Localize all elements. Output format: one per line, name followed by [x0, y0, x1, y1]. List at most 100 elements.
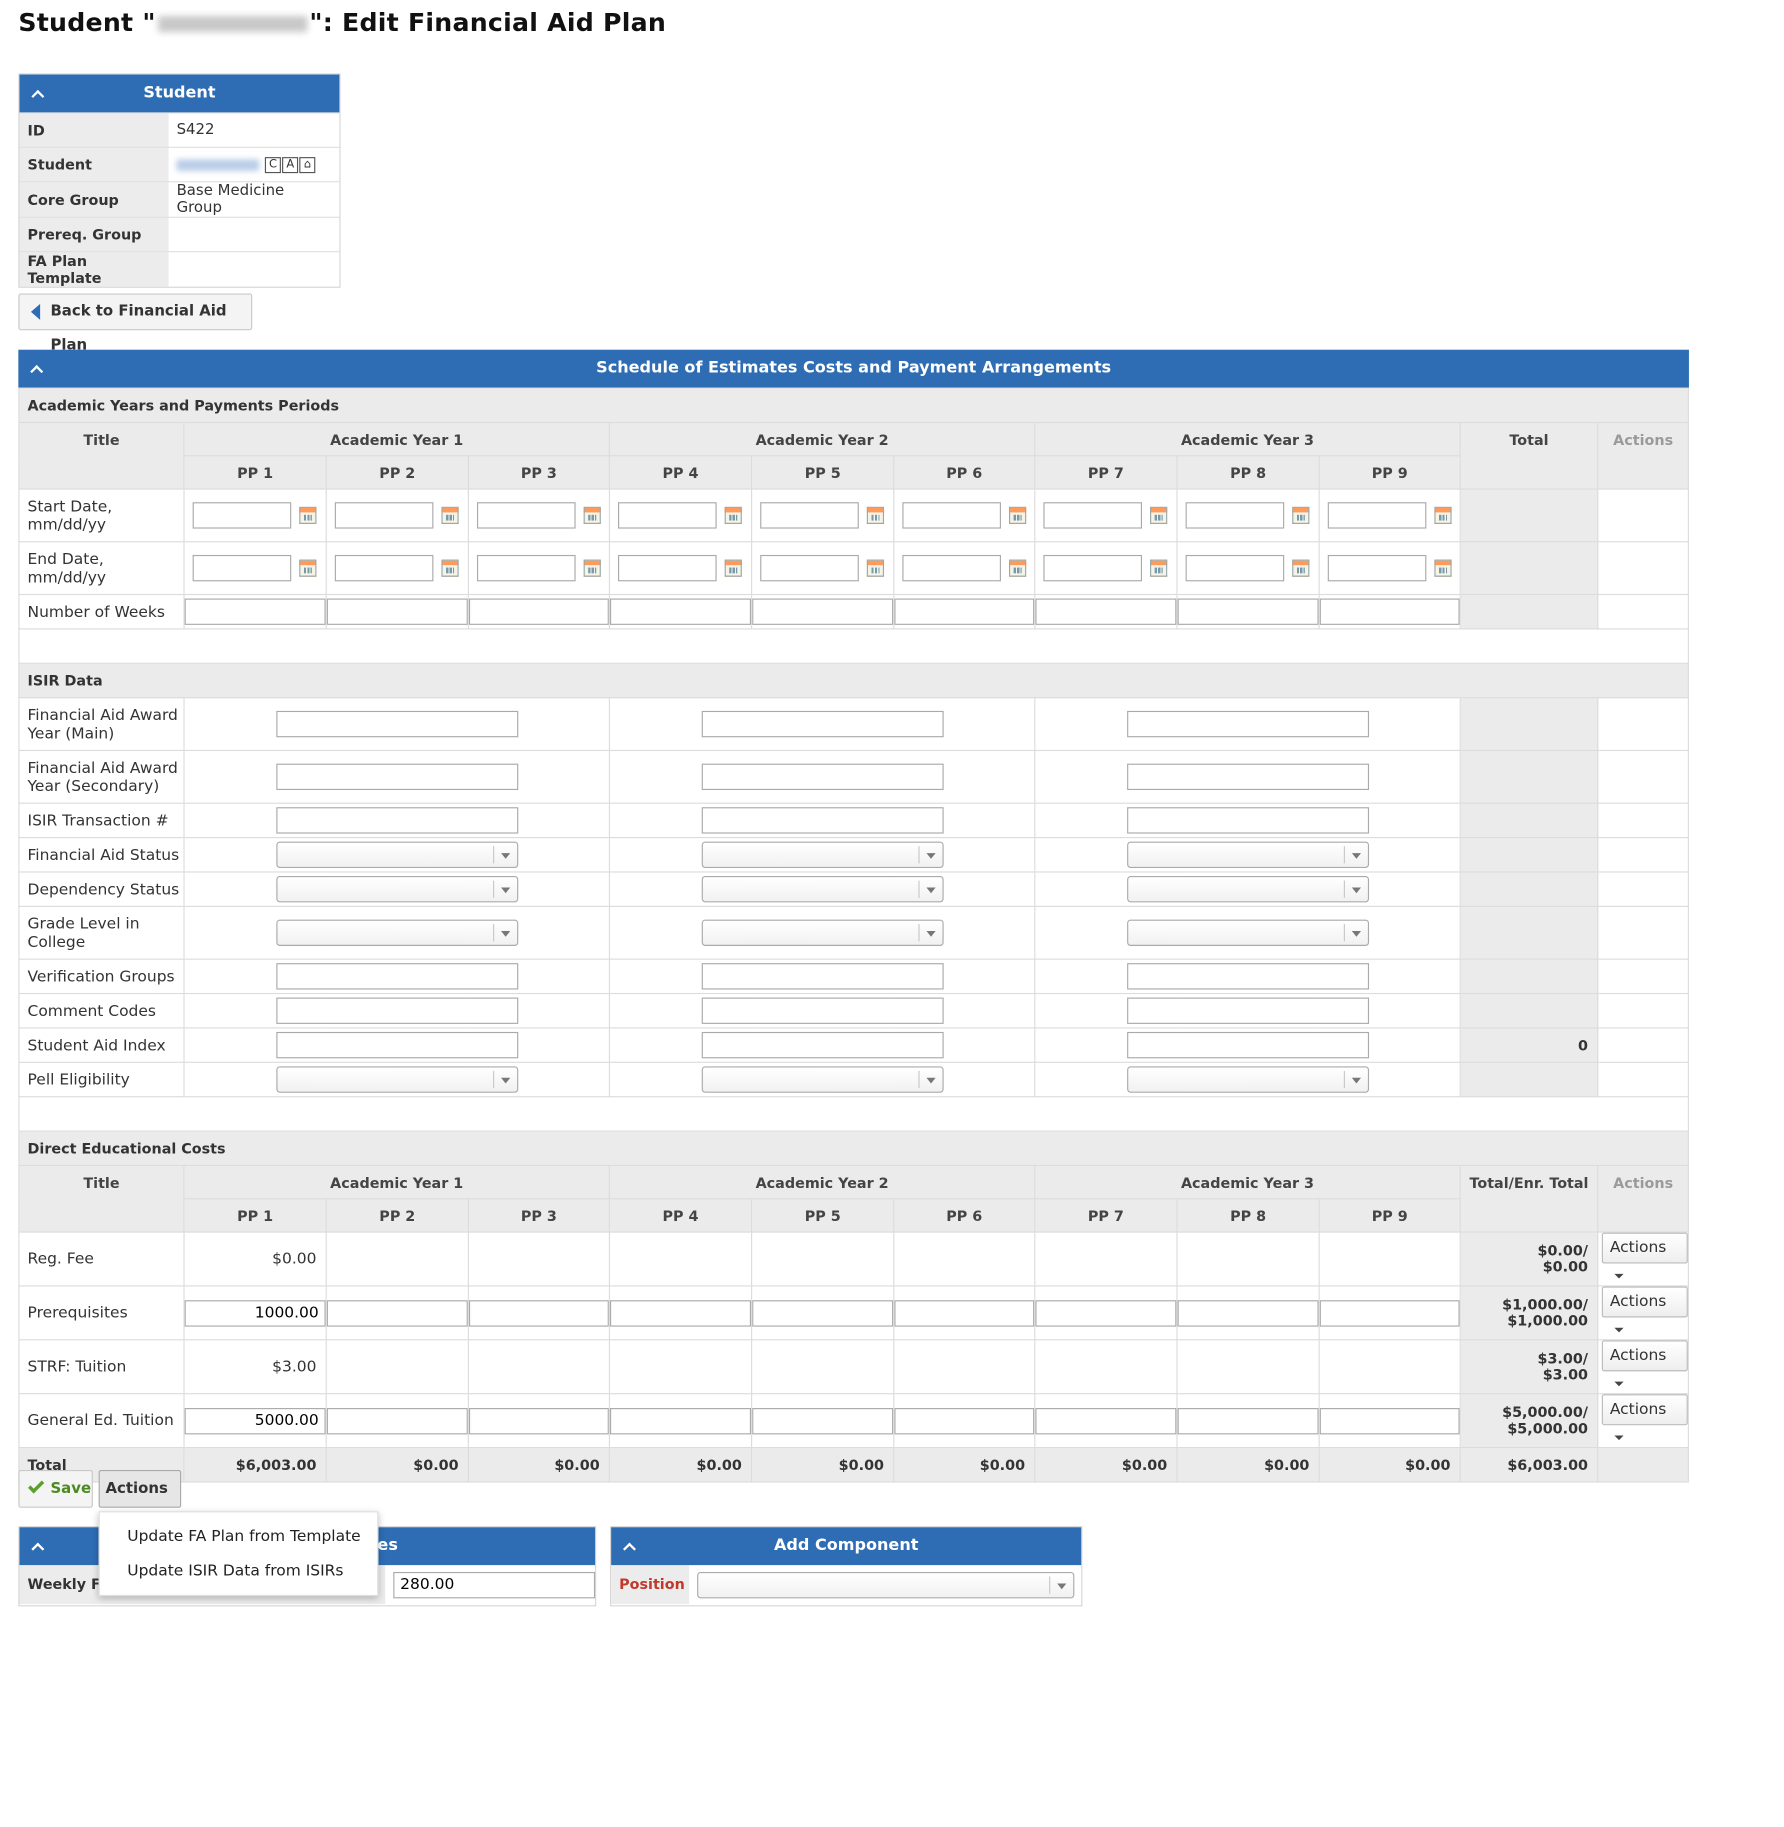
isir-4-year3-select[interactable]: [1126, 876, 1369, 903]
calendar-icon[interactable]: [1434, 559, 1452, 577]
isir-6-year1-input[interactable]: [275, 963, 518, 990]
isir-1-year1-input[interactable]: [275, 763, 518, 791]
cost-1-pp5-input[interactable]: [752, 1299, 894, 1327]
isir-9-year1-select[interactable]: [275, 1066, 518, 1093]
calendar-icon[interactable]: [724, 559, 742, 577]
calendar-icon[interactable]: [1292, 506, 1310, 524]
isir-8-year1-input[interactable]: [275, 1031, 518, 1059]
cost-3-pp9-input[interactable]: [1319, 1407, 1460, 1434]
calendar-icon[interactable]: [724, 506, 742, 524]
cost-1-actions-button[interactable]: Actions: [1601, 1286, 1688, 1333]
menu-item-update-fa-plan[interactable]: Update FA Plan from Template: [100, 1519, 377, 1553]
isir-5-year2-select[interactable]: [701, 919, 944, 946]
student-panel-header[interactable]: Student: [19, 74, 340, 113]
weekly-fee-input[interactable]: [393, 1571, 596, 1598]
start-date-pp2-input[interactable]: [334, 502, 434, 529]
isir-9-year2-select[interactable]: [701, 1066, 944, 1093]
cost-1-pp6-input[interactable]: [894, 1299, 1035, 1327]
redacted-student-link[interactable]: [176, 158, 260, 171]
cost-3-pp3-input[interactable]: [468, 1407, 609, 1434]
end-date-pp1-input[interactable]: [192, 554, 292, 582]
isir-3-year1-select[interactable]: [275, 841, 518, 868]
calendar-icon[interactable]: [583, 506, 601, 524]
start-date-pp3-input[interactable]: [476, 502, 576, 529]
end-date-pp3-input[interactable]: [476, 554, 576, 582]
cost-2-actions-button[interactable]: Actions: [1601, 1340, 1688, 1387]
isir-2-year2-input[interactable]: [701, 807, 944, 834]
cost-1-pp8-input[interactable]: [1177, 1299, 1319, 1327]
cost-1-pp9-input[interactable]: [1319, 1299, 1460, 1327]
calendar-icon[interactable]: [441, 559, 459, 577]
weeks-pp9-input[interactable]: [1319, 598, 1460, 625]
calendar-icon[interactable]: [1150, 559, 1168, 577]
end-date-pp4-input[interactable]: [618, 554, 717, 582]
core-group-link[interactable]: Base Medicine Group: [168, 181, 340, 218]
weeks-pp1-input[interactable]: [184, 598, 326, 625]
start-date-pp8-input[interactable]: [1185, 502, 1285, 529]
isir-9-year3-select[interactable]: [1126, 1066, 1369, 1093]
start-date-pp9-input[interactable]: [1327, 502, 1427, 529]
calendar-icon[interactable]: [1009, 559, 1027, 577]
collapse-chevron-icon[interactable]: [30, 75, 46, 113]
isir-7-year1-input[interactable]: [275, 997, 518, 1024]
isir-7-year2-input[interactable]: [701, 997, 944, 1024]
end-date-pp2-input[interactable]: [334, 554, 434, 582]
collapse-chevron-icon[interactable]: [30, 1527, 46, 1565]
cost-3-pp7-input[interactable]: [1035, 1407, 1177, 1434]
cost-3-pp5-input[interactable]: [752, 1407, 894, 1434]
isir-4-year1-select[interactable]: [275, 876, 518, 903]
isir-2-year1-input[interactable]: [275, 807, 518, 834]
weeks-pp7-input[interactable]: [1035, 598, 1177, 625]
contact-icon[interactable]: C: [265, 156, 282, 173]
weeks-pp3-input[interactable]: [468, 598, 609, 625]
calendar-icon[interactable]: [441, 506, 459, 524]
cost-1-pp1-input[interactable]: [184, 1299, 326, 1327]
isir-6-year3-input[interactable]: [1126, 963, 1369, 990]
weeks-pp2-input[interactable]: [326, 598, 468, 625]
collapse-chevron-icon[interactable]: [621, 1527, 637, 1565]
end-date-pp5-input[interactable]: [760, 554, 859, 582]
start-date-pp4-input[interactable]: [618, 502, 717, 529]
calendar-icon[interactable]: [1434, 506, 1452, 524]
calendar-icon[interactable]: [1009, 506, 1027, 524]
cost-3-actions-button[interactable]: Actions: [1601, 1394, 1688, 1441]
isir-8-year2-input[interactable]: [701, 1031, 944, 1059]
end-date-pp7-input[interactable]: [1043, 554, 1143, 582]
position-select[interactable]: [697, 1571, 1075, 1598]
isir-1-year3-input[interactable]: [1126, 763, 1369, 791]
cost-3-pp8-input[interactable]: [1177, 1407, 1319, 1434]
isir-5-year3-select[interactable]: [1126, 919, 1369, 946]
start-date-pp6-input[interactable]: [902, 502, 1001, 529]
isir-0-year3-input[interactable]: [1126, 710, 1369, 738]
calendar-icon[interactable]: [299, 506, 317, 524]
isir-2-year3-input[interactable]: [1126, 807, 1369, 834]
cost-1-pp3-input[interactable]: [468, 1299, 609, 1327]
isir-3-year3-select[interactable]: [1126, 841, 1369, 868]
isir-6-year2-input[interactable]: [701, 963, 944, 990]
isir-0-year1-input[interactable]: [275, 710, 518, 738]
start-date-pp1-input[interactable]: [192, 502, 292, 529]
cost-3-pp6-input[interactable]: [894, 1407, 1035, 1434]
actions-dropdown-button[interactable]: Actions: [98, 1469, 182, 1527]
account-icon[interactable]: A: [282, 156, 299, 173]
start-date-pp7-input[interactable]: [1043, 502, 1143, 529]
menu-item-update-isir[interactable]: Update ISIR Data from ISIRs: [100, 1554, 377, 1588]
weeks-pp6-input[interactable]: [894, 598, 1035, 625]
calendar-icon[interactable]: [1150, 506, 1168, 524]
cost-1-pp2-input[interactable]: [326, 1299, 468, 1327]
weeks-pp8-input[interactable]: [1177, 598, 1319, 625]
calendar-icon[interactable]: [866, 506, 885, 524]
isir-4-year2-select[interactable]: [701, 876, 944, 903]
isir-0-year2-input[interactable]: [701, 710, 944, 738]
isir-8-year3-input[interactable]: [1126, 1031, 1369, 1059]
save-button[interactable]: Save: [18, 1469, 93, 1508]
end-date-pp6-input[interactable]: [902, 554, 1001, 582]
isir-7-year3-input[interactable]: [1126, 997, 1369, 1024]
isir-3-year2-select[interactable]: [701, 841, 944, 868]
schedule-panel-header[interactable]: Schedule of Estimates Costs and Payment …: [18, 349, 1689, 388]
cost-3-pp2-input[interactable]: [326, 1407, 468, 1434]
weeks-pp4-input[interactable]: [609, 598, 752, 625]
cost-3-pp1-input[interactable]: [184, 1407, 326, 1434]
weeks-pp5-input[interactable]: [752, 598, 894, 625]
back-to-financial-aid-plan-button[interactable]: Back to Financial Aid Plan: [18, 293, 253, 354]
